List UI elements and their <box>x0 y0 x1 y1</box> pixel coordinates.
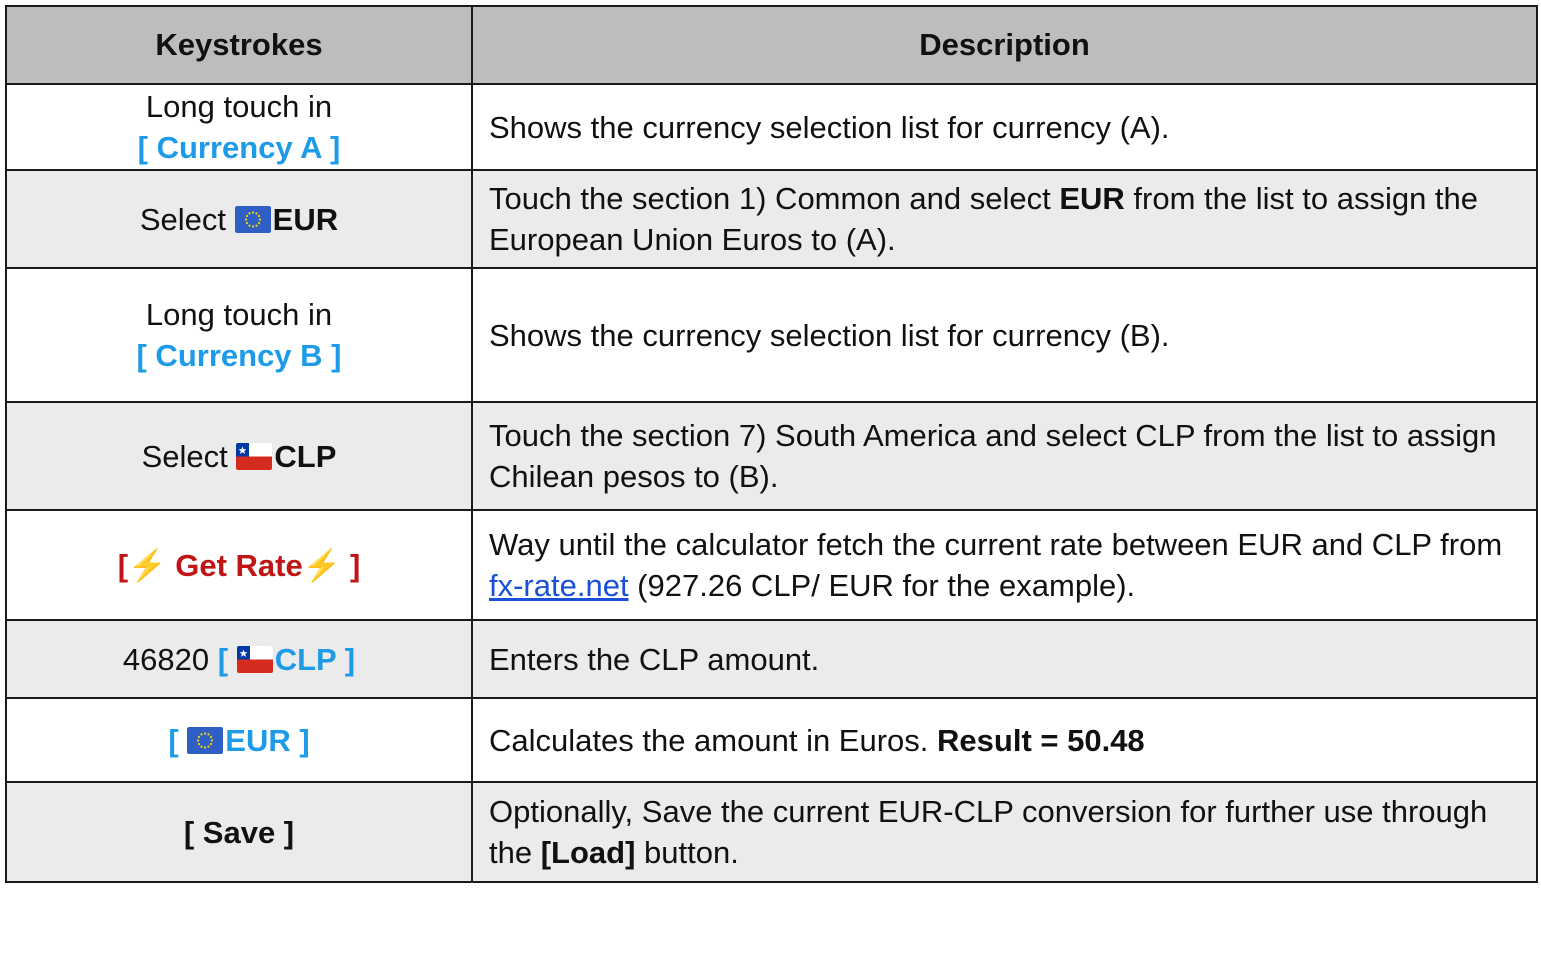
eu-flag-icon <box>187 727 223 754</box>
load-button-label: [Load] <box>540 835 636 870</box>
currency-code: CLP <box>274 438 337 474</box>
bracket-close: ] <box>349 547 361 583</box>
description-text: (927.26 CLP/ EUR for the example). <box>628 568 1136 603</box>
description-text: Touch the section 7) South America and s… <box>489 418 1497 494</box>
description-cell: Shows the currency selection list for cu… <box>471 267 1538 403</box>
keystroke-text: Select <box>139 201 227 237</box>
clp-button[interactable]: [ CLP ] <box>218 642 355 677</box>
description-cell: Touch the section 1) Common and select E… <box>471 169 1538 269</box>
table-row: [ EUR ] Calculates the amount in Euros. … <box>5 697 1538 783</box>
bracket-close: ] <box>344 641 356 677</box>
bracket-open: [ <box>168 722 179 758</box>
table-row: Select CLP Touch the section 7) South Am… <box>5 401 1538 511</box>
currency-code: CLP <box>274 641 337 677</box>
table-row: Long touch in [ Currency A ] Shows the c… <box>5 83 1538 171</box>
description-bold: EUR <box>1059 181 1125 216</box>
currency-b-button[interactable]: [ Currency B ] <box>8 335 470 376</box>
table-row: Long touch in [ Currency B ] Shows the c… <box>5 267 1538 403</box>
bracket-open: [ <box>117 547 129 583</box>
keystroke-cell: Select CLP <box>5 401 473 511</box>
instructions-table: Keystrokes Description Long touch in [ C… <box>5 5 1538 883</box>
description-cell: Calculates the amount in Euros. Result =… <box>471 697 1538 783</box>
keystroke-text: Long touch in <box>145 89 333 124</box>
fx-rate-link[interactable]: fx-rate.net <box>489 568 629 603</box>
header-description: Description <box>471 5 1538 85</box>
eur-button[interactable]: [ EUR ] <box>168 723 309 758</box>
chile-flag-icon <box>237 646 273 673</box>
keystroke-cell: Long touch in [ Currency A ] <box>5 83 473 171</box>
currency-a-button[interactable]: [ Currency A ] <box>8 127 470 168</box>
keystroke-cell: [ EUR ] <box>5 697 473 783</box>
header-keystrokes: Keystrokes <box>5 5 473 85</box>
bracket-open: [ <box>217 641 229 677</box>
description-text: Calculates the amount in Euros. <box>489 722 938 758</box>
table-row: [ Save ] Optionally, Save the current EU… <box>5 781 1538 883</box>
currency-code: EUR <box>225 722 291 758</box>
result-value: Result = 50.48 <box>937 722 1145 758</box>
currency-code: EUR <box>272 201 339 237</box>
table-row: [⚡ Get Rate⚡ ] Way until the calculator … <box>5 509 1538 621</box>
lightning-icon: ⚡ <box>128 547 167 583</box>
keystroke-cell: 46820 [ CLP ] <box>5 619 473 699</box>
keystroke-text: Select <box>141 438 228 474</box>
keystroke-cell: Select EUR <box>5 169 473 269</box>
description-text: Way until the calculator fetch the curre… <box>489 527 1503 562</box>
description-cell: Optionally, Save the current EUR-CLP con… <box>471 781 1538 883</box>
description-cell: Shows the currency selection list for cu… <box>471 83 1538 171</box>
description-cell: Enters the CLP amount. <box>471 619 1538 699</box>
chile-flag-icon <box>236 443 272 470</box>
table-row: 46820 [ CLP ] Enters the CLP amount. <box>5 619 1538 699</box>
keystroke-text: Long touch in <box>145 297 333 332</box>
keystroke-cell: [⚡ Get Rate⚡ ] <box>5 509 473 621</box>
lightning-icon: ⚡ <box>302 547 342 583</box>
description-text: button. <box>635 835 739 870</box>
header-row: Keystrokes Description <box>5 5 1538 85</box>
bracket-close: ] <box>299 722 310 758</box>
amount-value: 46820 <box>122 641 210 677</box>
description-text: Shows the currency selection list for cu… <box>489 109 1170 145</box>
description-text: Touch the section 1) Common and select <box>489 181 1060 216</box>
description-cell: Way until the calculator fetch the curre… <box>471 509 1538 621</box>
description-cell: Touch the section 7) South America and s… <box>471 401 1538 511</box>
save-button[interactable]: [ Save ] <box>184 815 294 850</box>
get-rate-button[interactable]: [⚡ Get Rate⚡ ] <box>118 548 361 583</box>
table-row: Select EUR Touch the section 1) Common a… <box>5 169 1538 269</box>
get-rate-label: Get Rate <box>175 547 303 583</box>
description-text: Enters the CLP amount. <box>489 641 820 677</box>
eu-flag-icon <box>235 206 271 233</box>
description-text: Shows the currency selection list for cu… <box>489 317 1170 353</box>
keystroke-cell: Long touch in [ Currency B ] <box>5 267 473 403</box>
keystroke-cell: [ Save ] <box>5 781 473 883</box>
